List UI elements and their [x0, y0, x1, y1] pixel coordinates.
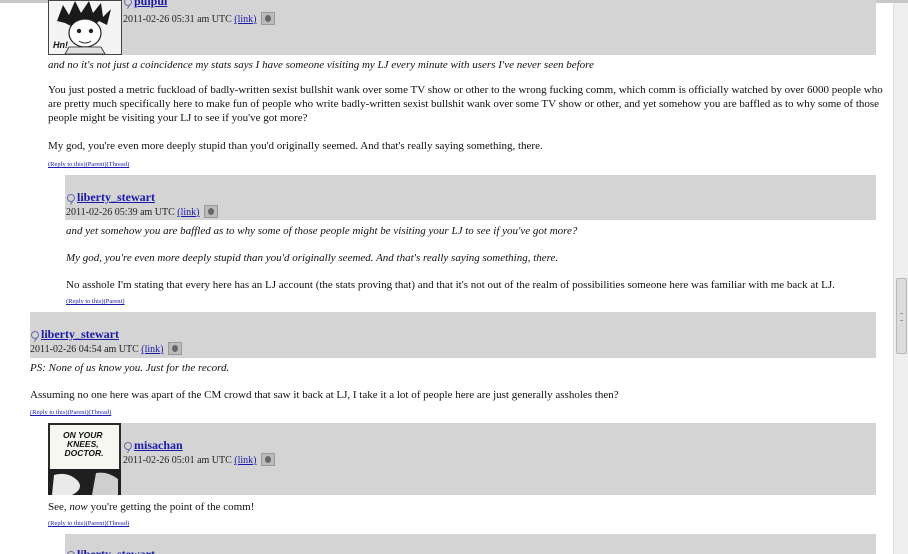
username-link[interactable]: misachan — [134, 438, 183, 452]
comment-meta: 2011-02-26 05:39 am UTC (link) — [66, 205, 218, 218]
comment-menu-icon[interactable] — [203, 205, 218, 218]
comment-meta: 2011-02-26 05:01 am UTC (link) — [123, 453, 275, 466]
reply-link[interactable]: (Reply to this) — [66, 298, 104, 305]
body-text: See, — [48, 501, 70, 513]
timestamp: 2011-02-26 05:31 am UTC — [123, 14, 232, 25]
permalink[interactable]: (link) — [234, 455, 256, 466]
avatar[interactable]: Hn! — [48, 0, 122, 55]
comment-menu-icon[interactable] — [260, 12, 275, 25]
comment-thread: Hn! pulpul 2011-02-26 05:31 am UTC (link… — [0, 0, 893, 554]
reply-link[interactable]: (Reply to this) — [48, 520, 86, 527]
username-link[interactable]: pulpul — [134, 0, 167, 8]
timestamp: 2011-02-26 05:39 am UTC — [66, 207, 175, 218]
vertical-scrollbar[interactable] — [893, 3, 908, 554]
thread-link[interactable]: (Thread) — [107, 161, 130, 168]
comment-body-paragraph: You just posted a metric fuckload of bad… — [48, 84, 883, 124]
comment-meta: 2011-02-26 05:31 am UTC (link) — [123, 12, 275, 25]
body-emphasis: now — [69, 501, 88, 513]
thread-link[interactable]: (Thread) — [107, 520, 130, 527]
avatar[interactable]: ON YOUR KNEES, DOCTOR. — [48, 423, 121, 495]
avatar-comic-panel-image: ON YOUR KNEES, DOCTOR. — [48, 423, 121, 495]
comment-header: liberty_stewart — [65, 534, 876, 554]
comment-actions: (Reply to this)(Parent)(Thread) — [30, 409, 111, 416]
parent-link[interactable]: (Parent) — [104, 298, 125, 305]
permalink[interactable]: (link) — [234, 14, 256, 25]
comment-header: liberty_stewart 2011-02-26 05:39 am UTC … — [65, 175, 876, 220]
comment-header: liberty_stewart 2011-02-26 04:54 am UTC … — [30, 312, 876, 358]
scrollbar-thumb[interactable] — [896, 278, 907, 354]
comment-author: liberty_stewart — [67, 190, 155, 205]
comment-author: liberty_stewart — [67, 547, 155, 554]
body-text: you're getting the point of the comm! — [87, 501, 255, 513]
quoted-text: and yet somehow you are baffled as to wh… — [66, 225, 578, 237]
comment-header: ON YOUR KNEES, DOCTOR. misachan 2011-02-… — [48, 423, 876, 495]
comment-menu-icon[interactable] — [260, 453, 275, 466]
comment-body: Assuming no one here was apart of the CM… — [30, 389, 619, 401]
user-icon[interactable] — [31, 331, 39, 339]
comment-actions: (Reply to this)(Parent) — [66, 298, 125, 305]
comment-author: pulpul — [124, 0, 167, 9]
comment-body-paragraph: My god, you're even more deeply stupid t… — [48, 140, 543, 152]
svg-text:ON YOUR KNEES,: ON YOUR KNEES, DOCTOR. — [63, 430, 105, 458]
timestamp: 2011-02-26 04:54 am UTC — [30, 344, 139, 355]
comment-header: Hn! pulpul 2011-02-26 05:31 am UTC (link… — [48, 0, 876, 55]
quoted-text: and no it's not just a coincidence my st… — [48, 59, 594, 71]
username-link[interactable]: liberty_stewart — [77, 190, 155, 204]
thread-link[interactable]: (Thread) — [89, 409, 112, 416]
comment-actions: (Reply to this)(Parent)(Thread) — [48, 161, 129, 168]
comment-author: misachan — [124, 438, 183, 453]
avatar-caption: Hn! — [53, 40, 68, 50]
comment-body: No asshole I'm stating that every here h… — [66, 279, 835, 291]
parent-link[interactable]: (Parent) — [86, 161, 107, 168]
ps-text: PS: None of us know you. Just for the re… — [30, 362, 230, 374]
comment-meta: 2011-02-26 04:54 am UTC (link) — [30, 342, 182, 355]
quoted-text: My god, you're even more deeply stupid t… — [66, 252, 559, 264]
reply-link[interactable]: (Reply to this) — [48, 161, 86, 168]
user-icon[interactable] — [124, 0, 132, 6]
parent-link[interactable]: (Parent) — [86, 520, 107, 527]
username-link[interactable]: liberty_stewart — [41, 327, 119, 341]
reply-link[interactable]: (Reply to this) — [30, 409, 68, 416]
comment-actions: (Reply to this)(Parent)(Thread) — [48, 520, 129, 527]
comment-author: liberty_stewart — [31, 327, 119, 342]
permalink[interactable]: (link) — [141, 344, 163, 355]
comment-menu-icon[interactable] — [167, 342, 182, 355]
timestamp: 2011-02-26 05:01 am UTC — [123, 455, 232, 466]
avatar-manga-boy-image: Hn! — [49, 1, 121, 54]
comment-body: See, now you're getting the point of the… — [48, 500, 876, 514]
permalink[interactable]: (link) — [177, 207, 199, 218]
username-link[interactable]: liberty_stewart — [77, 547, 155, 554]
parent-link[interactable]: (Parent) — [68, 409, 89, 416]
user-icon[interactable] — [124, 442, 132, 450]
user-icon[interactable] — [67, 194, 75, 202]
